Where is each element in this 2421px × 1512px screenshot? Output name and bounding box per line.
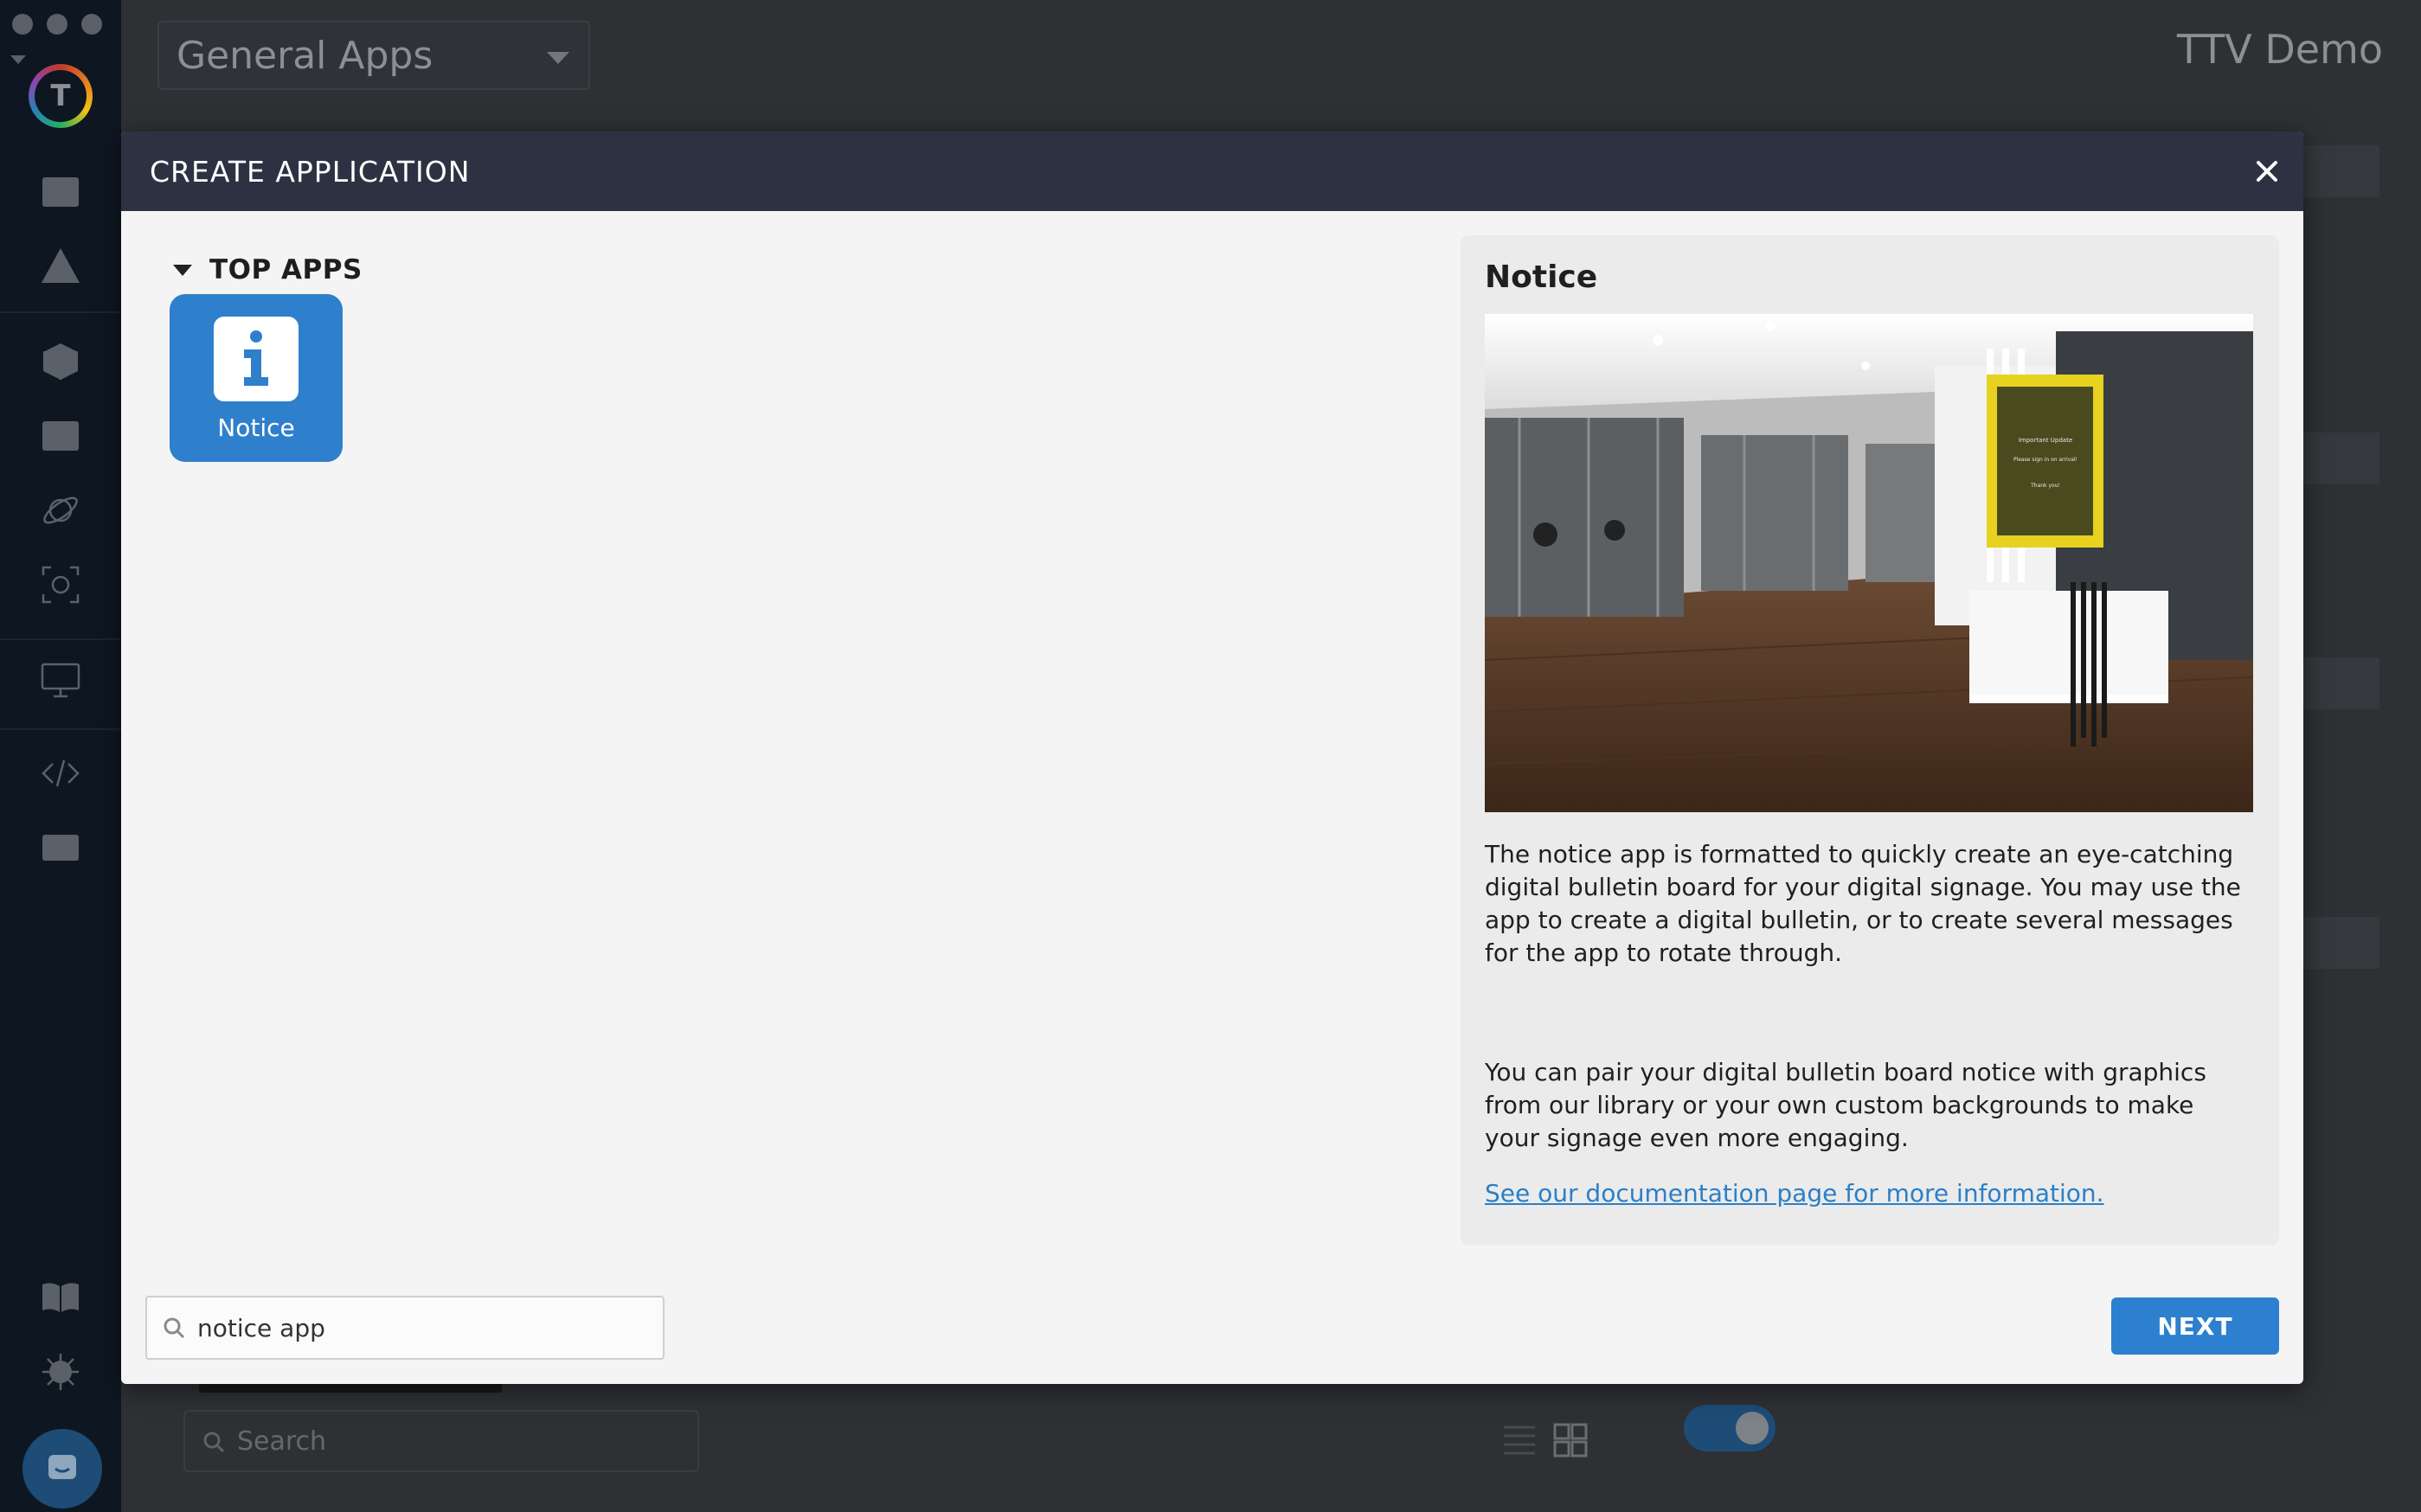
box-icon[interactable] — [33, 337, 88, 386]
dialog-header: CREATE APPLICATION — [121, 131, 2303, 211]
warning-icon[interactable] — [33, 242, 88, 291]
brand-logo[interactable]: T — [29, 64, 93, 128]
grid-view-icon[interactable] — [1552, 1422, 1589, 1458]
search-icon — [203, 1432, 225, 1453]
background-card — [2302, 917, 2379, 969]
caret-down-icon — [10, 55, 26, 64]
background-toggle[interactable] — [1684, 1405, 1776, 1451]
capture-icon[interactable] — [33, 561, 88, 609]
app-sidebar: T Ad — [0, 0, 121, 1512]
app-search-input[interactable] — [197, 1313, 647, 1342]
chat-icon — [48, 1455, 76, 1479]
app-description-paragraph: The notice app is formatted to quickly c… — [1485, 840, 2241, 967]
ad-icon[interactable]: Ad — [33, 823, 88, 872]
group-label: TOP APPS — [209, 254, 363, 285]
book-icon[interactable] — [33, 1273, 88, 1322]
window-controls — [12, 14, 102, 35]
close-button[interactable] — [2248, 152, 2286, 190]
list-view-icon[interactable] — [1500, 1422, 1538, 1457]
gear-icon[interactable] — [33, 1348, 88, 1396]
background-card — [2302, 145, 2379, 197]
background-search-placeholder: Search — [237, 1426, 327, 1457]
app-description-paragraph: You can pair your digital bulletin board… — [1485, 1058, 2206, 1152]
sidebar-divider — [0, 728, 121, 730]
chevron-down-icon — [547, 52, 569, 64]
app-preview-image: Important Update Please sign in on arriv… — [1485, 314, 2253, 812]
svg-text:Ad: Ad — [49, 840, 73, 858]
info-icon — [214, 317, 299, 401]
code-icon[interactable] — [33, 749, 88, 798]
monitor-icon[interactable] — [33, 656, 88, 704]
window-close-dot[interactable] — [12, 14, 33, 35]
close-icon — [2257, 161, 2277, 182]
dialog-title: CREATE APPLICATION — [150, 154, 471, 189]
background-card — [2302, 432, 2379, 484]
background-search-input[interactable]: Search — [183, 1410, 699, 1472]
documentation-link[interactable]: See our documentation page for more info… — [1485, 1179, 2104, 1208]
image-icon[interactable] — [33, 412, 88, 460]
app-tile-notice[interactable]: Notice — [170, 294, 343, 462]
sign-thanks: Thank you! — [2030, 483, 2060, 489]
top-apps-group-toggle[interactable]: TOP APPS — [173, 254, 363, 285]
search-icon — [164, 1317, 185, 1339]
app-search-field[interactable] — [145, 1296, 665, 1360]
window-minimize-dot[interactable] — [47, 14, 67, 35]
window-maximize-dot[interactable] — [81, 14, 102, 35]
app-group-select[interactable]: General Apps — [157, 21, 590, 90]
sidebar-divider — [0, 638, 121, 640]
list-icon[interactable] — [33, 168, 88, 216]
app-details-title: Notice — [1485, 259, 1598, 295]
app-group-select-value: General Apps — [177, 33, 433, 78]
sign-heading: Important Update — [2019, 437, 2072, 444]
chat-button[interactable] — [22, 1429, 102, 1509]
create-application-dialog: CREATE APPLICATION TOP APPS Notice Notic… — [121, 131, 2303, 1384]
caret-down-icon — [173, 264, 192, 276]
background-card — [2302, 657, 2379, 709]
sidebar-divider — [0, 311, 121, 313]
brand-logo-letter: T — [35, 70, 87, 122]
app-details-panel: Notice Important Update Please sign in o… — [1461, 235, 2279, 1246]
app-tile-label: Notice — [217, 413, 295, 442]
sign-message: Please sign in on arrival! — [2013, 457, 2077, 463]
next-button[interactable]: NEXT — [2111, 1297, 2279, 1355]
account-title: TTV Demo — [2176, 26, 2383, 73]
planet-icon[interactable] — [33, 486, 88, 535]
